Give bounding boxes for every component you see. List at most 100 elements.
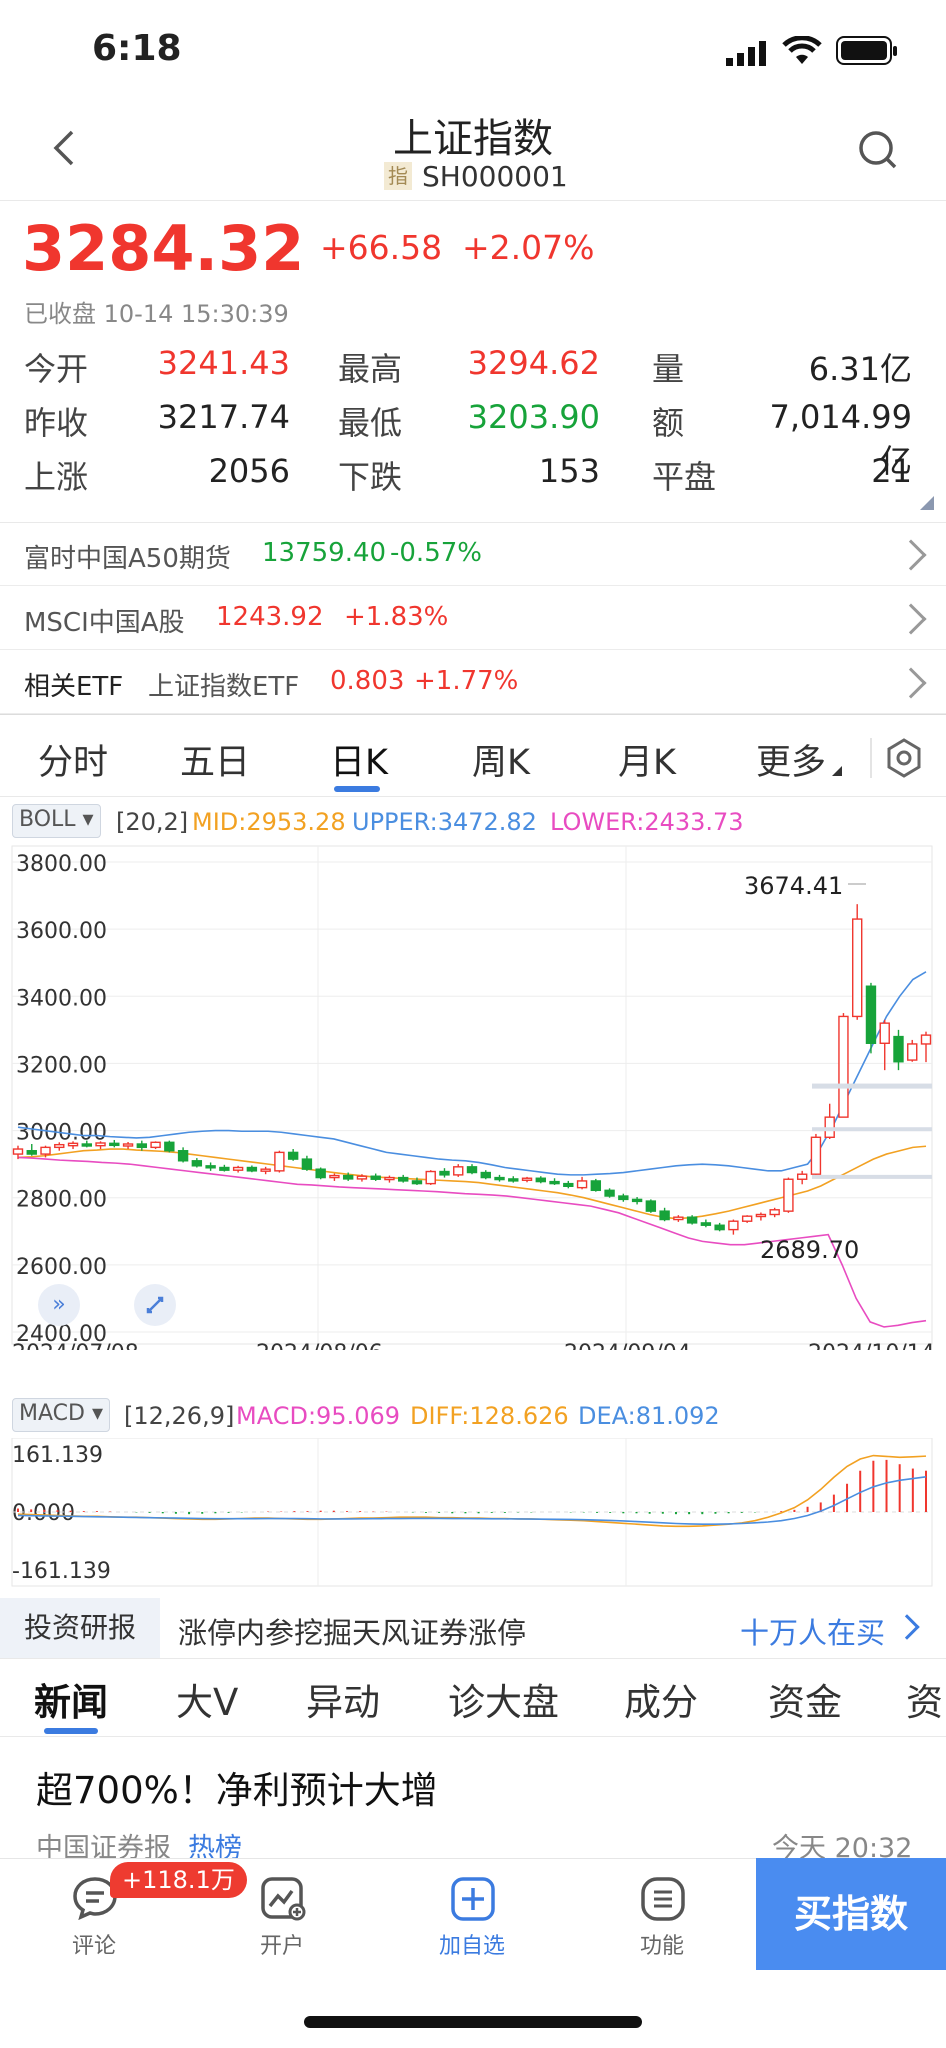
candle-body — [659, 1210, 670, 1221]
candle-body — [673, 1216, 684, 1221]
candle-body — [122, 1143, 134, 1147]
stat-label: 昨收 — [24, 404, 89, 442]
price-change-pct: +2.07% — [462, 228, 595, 267]
low-annotation: 2689.70 — [760, 1236, 859, 1264]
related-pct: -0.57% — [390, 538, 482, 568]
candle-body — [796, 1173, 808, 1180]
related-row[interactable]: 相关ETF 上证指数ETF 0.803 +1.77% — [0, 652, 946, 714]
function-button[interactable]: 功能 — [612, 1872, 712, 1962]
candle-body — [232, 1166, 244, 1171]
index-badge: 指 — [384, 162, 412, 190]
macd-diff: DIFF:128.626 — [410, 1402, 569, 1430]
add-watchlist-button[interactable]: 加自选 — [422, 1872, 522, 1962]
macd-selector[interactable]: MACD ▾ — [12, 1398, 110, 1432]
news-tab[interactable]: 大V — [176, 1672, 238, 1726]
buy-index-button[interactable]: 买指数 — [756, 1858, 946, 1970]
x-tick-label: 2024/08/06 — [256, 1341, 383, 1350]
wifi-icon — [782, 35, 822, 70]
kline-chart[interactable]: 3800.003600.003400.003200.003000.002800.… — [0, 844, 946, 1350]
candle-body — [425, 1170, 436, 1185]
stat-value: 2056 — [208, 452, 290, 490]
chart-tab[interactable]: 月K — [618, 734, 676, 785]
news-tab[interactable]: 新闻 — [34, 1672, 108, 1726]
candle-body — [686, 1216, 698, 1224]
candle-body — [54, 1143, 65, 1149]
y-tick-label: 3800.00 — [16, 852, 107, 877]
x-tick-label: 2024/10/14 — [808, 1341, 935, 1350]
function-icon — [640, 1876, 686, 1926]
candle-body — [411, 1180, 423, 1185]
chart-tab[interactable]: 更多 — [756, 734, 826, 785]
candle-body — [769, 1209, 780, 1216]
candle-body — [700, 1222, 712, 1226]
news-tab[interactable]: 资金 — [768, 1672, 842, 1726]
dea-line — [17, 1475, 927, 1525]
boll-label: BOLL — [19, 807, 76, 832]
market-status: 已收盘 10-14 15:30:39 — [24, 300, 289, 328]
stat-value: 21 — [871, 452, 912, 490]
candle-body — [741, 1215, 753, 1222]
research-bar[interactable]: 投资研报 涨停内参挖掘天风证券涨停 十万人在买 — [0, 1598, 946, 1658]
high-annotation: 3674.41 — [744, 872, 843, 900]
candle-body — [755, 1213, 767, 1218]
news-tab-indicator — [44, 1728, 98, 1734]
candle-body — [714, 1224, 725, 1231]
research-cta[interactable]: 十万人在买 — [740, 1610, 885, 1652]
open-account-label: 开户 — [259, 1934, 304, 1959]
news-tab[interactable]: 诊大盘 — [448, 1672, 559, 1726]
open-account-button[interactable]: 开户 — [232, 1872, 332, 1962]
signal-icon — [726, 40, 770, 70]
page-title: 上证指数 — [393, 116, 553, 162]
stat-label: 最高 — [338, 350, 403, 388]
macd-y-tick: 161.139 — [12, 1443, 103, 1468]
candle-body — [907, 1043, 918, 1061]
news-title[interactable]: 超700%！净利预计大增 — [36, 1760, 438, 1814]
candle-body — [494, 1176, 505, 1181]
candle-body — [893, 1035, 904, 1063]
candle-body — [191, 1160, 203, 1167]
search-icon[interactable] — [858, 130, 900, 176]
stat-value: 153 — [538, 452, 600, 490]
candle-body — [384, 1176, 395, 1181]
fullscreen-button[interactable] — [134, 1284, 176, 1326]
boll-selector[interactable]: BOLL ▾ — [12, 804, 101, 838]
battery-icon — [836, 36, 898, 70]
candle-body — [260, 1168, 271, 1172]
boll-params: [20,2] — [116, 808, 189, 836]
candle-body — [177, 1150, 189, 1162]
x-tick-label: 2024/07/08 — [12, 1341, 139, 1350]
news-tab[interactable]: 成分 — [624, 1672, 698, 1726]
candle-body — [26, 1150, 37, 1155]
expand-corner-icon[interactable] — [920, 496, 934, 510]
chevron-right-icon — [895, 603, 927, 635]
chart-tab[interactable]: 分时 — [38, 734, 108, 785]
related-row[interactable]: MSCI中国A股 1243.92 +1.83% — [0, 588, 946, 650]
chart-tab[interactable]: 五日 — [180, 734, 250, 785]
candle-body — [136, 1143, 148, 1149]
candle-body — [95, 1142, 106, 1147]
candle-body — [287, 1151, 299, 1160]
boll-lower: LOWER:2433.73 — [550, 808, 744, 836]
function-label: 功能 — [639, 1934, 684, 1959]
candle-body — [783, 1178, 794, 1212]
research-chevron-icon — [894, 1614, 920, 1640]
related-row[interactable]: 富时中国A50期货 13759.40 -0.57% — [0, 524, 946, 586]
news-tab[interactable]: 异动 — [306, 1672, 380, 1726]
chart-tab[interactable]: 周K — [472, 734, 530, 785]
candle-body — [205, 1165, 216, 1169]
news-tab[interactable]: 资 — [906, 1672, 943, 1726]
home-indicator[interactable] — [304, 2016, 642, 2028]
candle-body — [508, 1178, 519, 1182]
candle-body — [12, 1148, 24, 1155]
chart-tab[interactable]: 日K — [330, 734, 388, 785]
fast-forward-button[interactable]: » — [38, 1284, 80, 1326]
x-tick-label: 2024/09/04 — [564, 1341, 691, 1350]
macd-chart[interactable]: 161.1390.000-161.139 — [0, 1438, 946, 1588]
settings-gear-icon[interactable] — [884, 738, 924, 782]
stat-label: 额 — [652, 404, 685, 442]
candle-body — [301, 1158, 313, 1170]
related-extra: 上证指数ETF — [148, 672, 300, 702]
stat-label: 下跌 — [338, 458, 403, 496]
candle-body — [645, 1200, 657, 1212]
related-pct: +1.83% — [344, 602, 449, 632]
